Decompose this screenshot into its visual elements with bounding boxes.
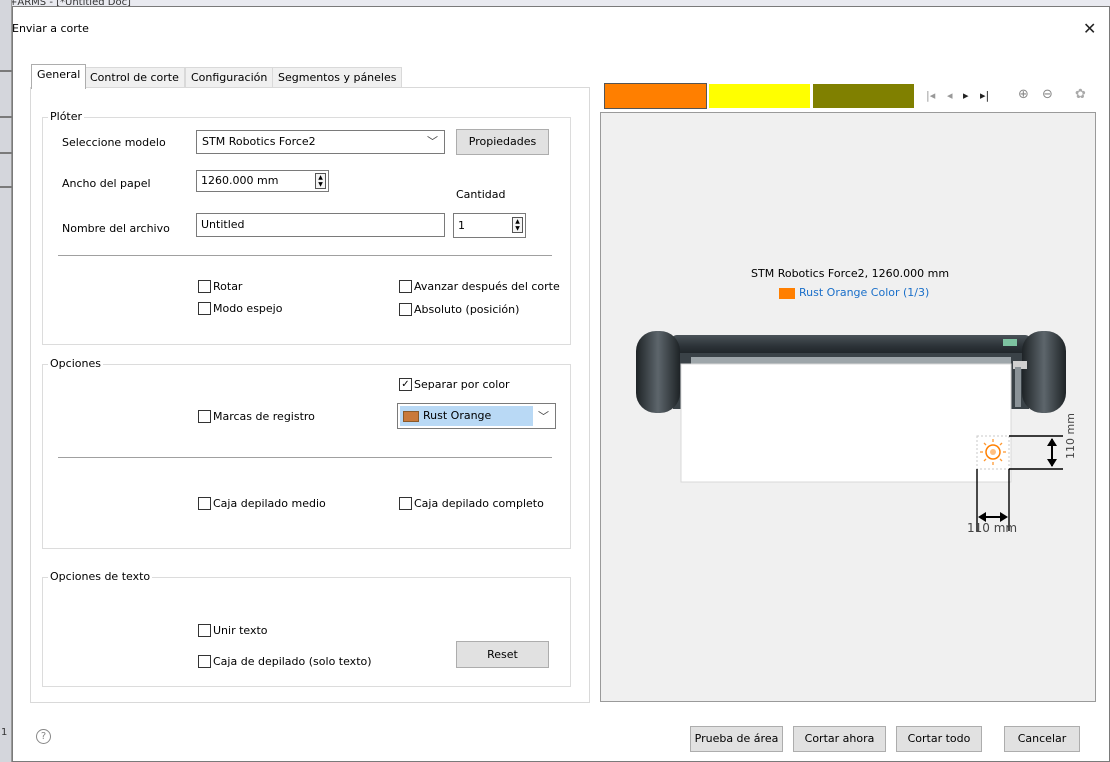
weed-full-label: Caja depilado completo — [414, 497, 544, 510]
text-options-legend: Opciones de texto — [48, 570, 153, 583]
sidebar-mark — [0, 70, 12, 72]
quantity-value: 1 — [458, 219, 465, 232]
separate-label: Separar por color — [414, 378, 510, 391]
file-name-input[interactable]: Untitled — [196, 213, 445, 237]
spinner-arrows-icon[interactable]: ▲ ▼ — [315, 173, 326, 189]
preview-pane: STM Robotics Force2, 1260.000 mm Rust Or… — [600, 112, 1096, 702]
mirror-label: Modo espejo — [213, 302, 283, 315]
checkbox-box — [198, 497, 211, 510]
rotate-checkbox[interactable]: Rotar — [198, 280, 242, 293]
close-icon[interactable]: ✕ — [1083, 19, 1096, 38]
weed-text-label: Caja de depilado (solo texto) — [213, 655, 372, 668]
advance-label: Avanzar después del corte — [414, 280, 560, 293]
tab-segments-panels[interactable]: Segmentos y páneles — [272, 67, 403, 89]
quantity-spinner[interactable]: 1 ▲ ▼ — [453, 213, 526, 238]
zoom-in-icon[interactable]: ⊕ — [1018, 87, 1029, 102]
weed-box-medium-checkbox[interactable]: Caja depilado medio — [198, 497, 326, 510]
background-page-number: 1 — [1, 727, 8, 738]
next-page-icon[interactable]: ▸ — [963, 89, 969, 102]
separate-by-color-checkbox[interactable]: ✓ Separar por color — [399, 378, 510, 391]
reset-button[interactable]: Reset — [456, 641, 549, 668]
paper-width-spinner[interactable]: 1260.000 mm ▲ ▼ — [196, 170, 329, 192]
color-swatch-yellow[interactable] — [709, 84, 810, 108]
zoom-fit-icon[interactable]: ✿ — [1075, 87, 1086, 102]
first-page-icon[interactable]: |◂ — [926, 89, 935, 102]
spinner-arrows-icon[interactable]: ▲ ▼ — [512, 217, 523, 233]
rotate-label: Rotar — [213, 280, 243, 293]
model-label: Seleccione modelo — [62, 136, 166, 149]
dimension-vertical-label: 110 mm — [1064, 413, 1077, 459]
zoom-out-icon[interactable]: ⊖ — [1042, 87, 1053, 102]
paper-width-label: Ancho del papel — [62, 177, 151, 190]
color-select[interactable]: Rust Orange ﹀ — [397, 403, 556, 429]
dimension-horizontal-label: 110 mm — [967, 521, 1018, 535]
checkbox-box — [399, 280, 412, 293]
plotter-info-label: STM Robotics Force2, 1260.000 mm — [751, 267, 950, 280]
last-page-icon[interactable]: ▸| — [980, 89, 989, 102]
color-value: Rust Orange — [423, 409, 492, 422]
reg-marks-label: Marcas de registro — [213, 410, 315, 423]
divider — [58, 457, 552, 458]
mirror-checkbox[interactable]: Modo espejo — [198, 302, 282, 315]
absolute-position-checkbox[interactable]: Absoluto (posición) — [399, 303, 519, 316]
tab-configuration[interactable]: Configuración — [185, 67, 274, 89]
text-options-group: Opciones de texto — [42, 570, 571, 687]
color-swatch-icon — [403, 410, 419, 422]
weed-box-text-checkbox[interactable]: Caja de depilado (solo texto) — [198, 655, 372, 668]
color-swatch-rust-orange[interactable] — [604, 83, 707, 109]
ploter-legend: Plóter — [48, 110, 85, 123]
help-icon[interactable]: ? — [36, 729, 51, 744]
cut-all-button[interactable]: Cortar todo — [896, 726, 982, 752]
previous-page-icon[interactable]: ◂ — [947, 89, 953, 102]
weed-box-full-checkbox[interactable]: Caja depilado completo — [399, 497, 544, 510]
checkbox-box — [399, 497, 412, 510]
join-text-checkbox[interactable]: Unir texto — [198, 624, 268, 637]
model-value: STM Robotics Force2 — [202, 135, 316, 148]
dialog-title: Enviar a corte — [12, 22, 89, 35]
properties-button[interactable]: Propiedades — [456, 129, 549, 155]
join-text-label: Unir texto — [213, 624, 268, 637]
file-name-label: Nombre del archivo — [62, 222, 170, 235]
color-swatch-olive[interactable] — [813, 84, 914, 108]
checkbox-box — [198, 624, 211, 637]
checkbox-box — [198, 410, 211, 423]
color-select-highlight: Rust Orange — [400, 406, 533, 426]
chevron-down-icon: ﹀ — [427, 135, 438, 148]
cut-now-button[interactable]: Cortar ahora — [793, 726, 886, 752]
tab-general[interactable]: General — [31, 64, 87, 89]
sidebar-mark — [0, 116, 12, 118]
checkbox-box — [198, 280, 211, 293]
color-info-label: Rust Orange Color (1/3) — [799, 286, 930, 299]
checkbox-box — [198, 655, 211, 668]
test-area-button[interactable]: Prueba de área — [690, 726, 783, 752]
absolute-label: Absoluto (posición) — [414, 303, 520, 316]
paper-width-value: 1260.000 mm — [201, 174, 279, 187]
sidebar-mark — [0, 186, 12, 188]
quantity-label: Cantidad — [456, 188, 506, 201]
chevron-down-icon: ﹀ — [538, 410, 549, 423]
color-info-swatch — [779, 288, 795, 299]
sidebar-mark — [0, 152, 12, 154]
checkbox-checked-icon: ✓ — [399, 378, 412, 391]
checkbox-box — [198, 302, 211, 315]
checkbox-box — [399, 303, 412, 316]
divider — [58, 255, 552, 256]
advance-after-cut-checkbox[interactable]: Avanzar después del corte — [399, 280, 560, 293]
weed-medium-label: Caja depilado medio — [213, 497, 326, 510]
options-legend: Opciones — [48, 357, 103, 370]
model-select[interactable]: STM Robotics Force2 ﹀ — [196, 130, 445, 154]
plotter-illustration — [636, 331, 1066, 531]
registration-marks-checkbox[interactable]: Marcas de registro — [198, 410, 315, 423]
tab-cut-control[interactable]: Control de corte — [84, 67, 185, 89]
cancel-button[interactable]: Cancelar — [1004, 726, 1080, 752]
background-app-sidebar: 1 — [0, 0, 12, 762]
